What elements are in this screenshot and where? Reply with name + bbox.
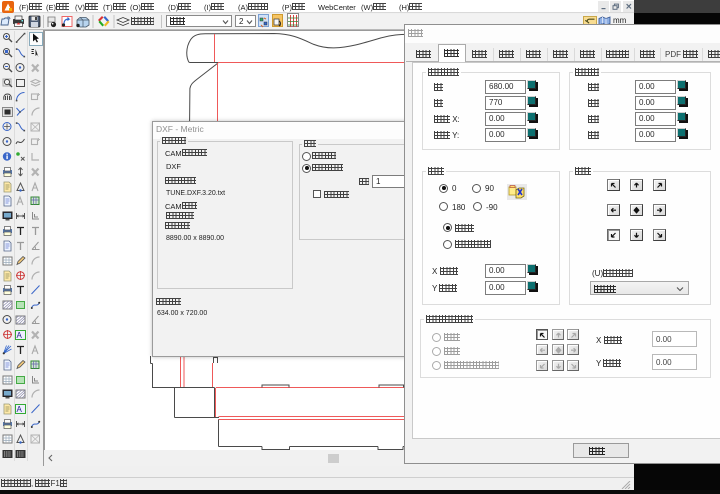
svg-text:A: A	[17, 405, 23, 414]
svg-text:A: A	[17, 331, 23, 340]
